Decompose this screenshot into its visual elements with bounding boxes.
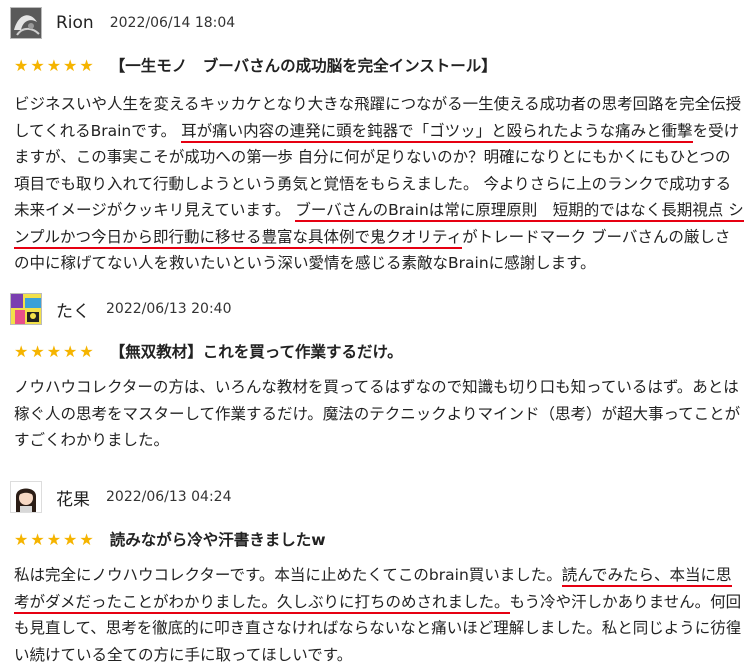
review-body: ノウハウコレクターの方は、いろんな教材を買ってるはずなので知識も切り口も知ってい… xyxy=(14,374,744,454)
review-text: 私は完全にノウハウコレクターです。本当に止めたくてこのbrain買いました。 xyxy=(14,566,562,584)
review-header: Rion 2022/06/14 18:04 xyxy=(10,6,235,40)
star-rating-icon: ★★★★★ xyxy=(14,55,96,75)
review-body: 私は完全にノウハウコレクターです。本当に止めたくてこのbrain買いました。読ん… xyxy=(14,562,744,668)
reviewer-name[interactable]: 花果 xyxy=(56,485,90,510)
highlighted-text: 耳が痛い内容の連発に頭を鈍器で「ゴツッ」と殴られたような痛みと衝撃 xyxy=(181,121,693,143)
review-date: 2022/06/14 18:04 xyxy=(109,15,236,31)
review-date: 2022/06/13 04:24 xyxy=(106,489,232,505)
star-rating-icon: ★★★★★ xyxy=(14,341,96,361)
review-title: 【一生モノ ブーバさんの成功脳を完全インストール】 xyxy=(109,57,497,75)
rating-row: ★★★★★ 読みながら冷や汗書きましたw xyxy=(14,528,326,550)
review-body: ビジネスいや人生を変えるキッカケとなり大きな飛躍につながる一生使える成功者の思考… xyxy=(14,91,744,277)
review-date: 2022/06/13 20:40 xyxy=(106,301,232,317)
reviewer-name[interactable]: Rion xyxy=(56,13,94,33)
rating-row: ★★★★★ 【一生モノ ブーバさんの成功脳を完全インストール】 xyxy=(14,54,497,76)
review-title: 読みながら冷や汗書きましたw xyxy=(109,531,326,549)
rating-row: ★★★★★ 【無双教材】これを買って作業するだけ。 xyxy=(14,340,403,362)
review-header: 花果 2022/06/13 04:24 xyxy=(10,480,232,514)
review-header: たく 2022/06/13 20:40 xyxy=(10,292,232,326)
avatar-icon[interactable] xyxy=(10,293,42,325)
avatar-icon[interactable] xyxy=(10,7,42,39)
reviewer-name[interactable]: たく xyxy=(56,297,90,322)
review-text: ノウハウコレクターの方は、いろんな教材を買ってるはずなので知識も切り口も知ってい… xyxy=(14,378,741,449)
review-title: 【無双教材】これを買って作業するだけ。 xyxy=(109,343,403,361)
avatar-icon[interactable] xyxy=(10,481,42,513)
star-rating-icon: ★★★★★ xyxy=(14,529,96,549)
